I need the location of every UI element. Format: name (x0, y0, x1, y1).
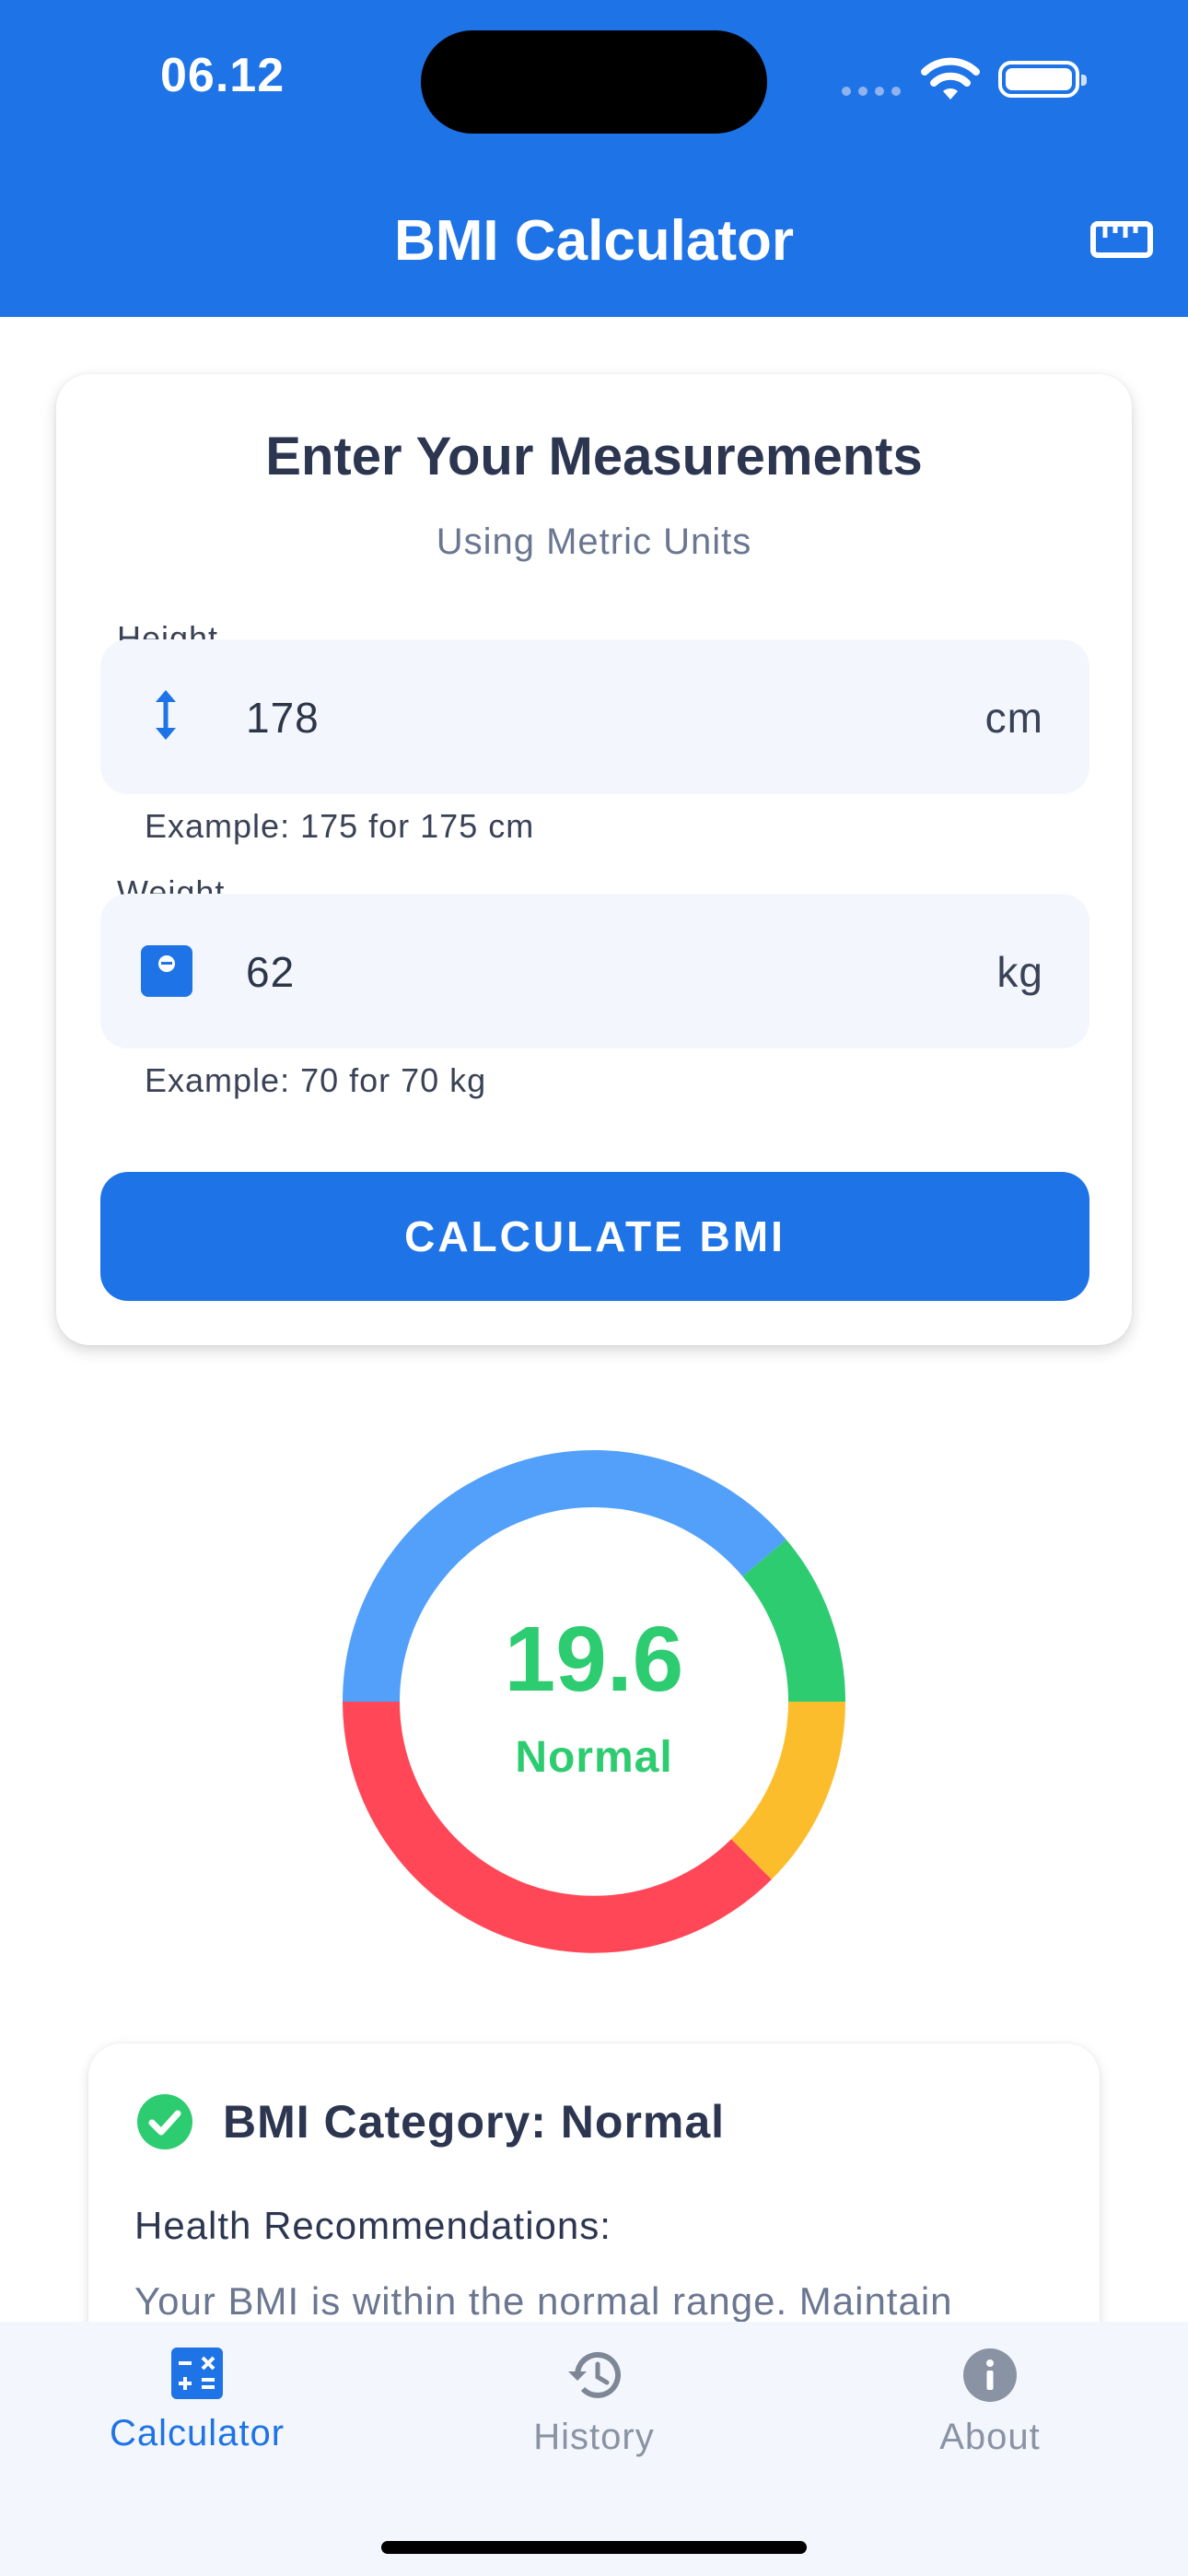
bmi-category-title: BMI Category: Normal (223, 2096, 726, 2148)
status-time: 06.12 (160, 49, 285, 102)
units-subtitle: Using Metric Units (436, 521, 752, 562)
scale-icon (141, 945, 192, 997)
weight-unit: kg (996, 948, 1043, 996)
weight-hint: Example: 70 for 70 kg (145, 1061, 487, 1099)
bmi-value: 19.6 (504, 1608, 684, 1711)
nav-history[interactable]: History (456, 2348, 732, 2458)
ruler-icon[interactable] (1090, 221, 1153, 258)
nav-about[interactable]: About (852, 2348, 1128, 2458)
dynamic-island (421, 30, 767, 134)
card-title: Enter Your Measurements (265, 427, 923, 486)
measurement-card: Enter Your Measurements Using Metric Uni… (56, 374, 1132, 1345)
bmi-category-label: Normal (515, 1733, 673, 1782)
history-icon (568, 2351, 621, 2398)
weight-field[interactable]: 62 kg (100, 894, 1089, 1048)
check-circle-icon (137, 2094, 192, 2149)
vertical-arrows-icon (156, 690, 176, 740)
wifi-icon (921, 57, 980, 100)
battery-icon (998, 61, 1087, 98)
info-icon (963, 2348, 1017, 2402)
height-input[interactable]: 178 (246, 693, 320, 743)
nav-calculator[interactable]: Calculator (59, 2348, 335, 2454)
height-field[interactable]: 178 cm (100, 639, 1089, 794)
weight-input[interactable]: 62 (246, 947, 295, 997)
calculator-icon (171, 2348, 223, 2399)
recommendations-heading: Health Recommendations: (134, 2204, 611, 2247)
recommendations-text: Your BMI is within the normal range. Mai… (134, 2279, 953, 2323)
nav-calculator-label: Calculator (109, 2413, 285, 2453)
calculate-bmi-button[interactable]: CALCULATE BMI (100, 1172, 1089, 1301)
height-unit: cm (984, 694, 1043, 742)
home-indicator (381, 2541, 807, 2554)
app-bar: 06.12 BMI Calculator (0, 0, 1188, 317)
bottom-nav: Calculator History About (0, 2322, 1188, 2576)
app-title: BMI Calculator (393, 209, 795, 273)
nav-about-label: About (939, 2417, 1041, 2457)
height-hint: Example: 175 for 175 cm (145, 807, 535, 845)
nav-history-label: History (533, 2417, 655, 2457)
